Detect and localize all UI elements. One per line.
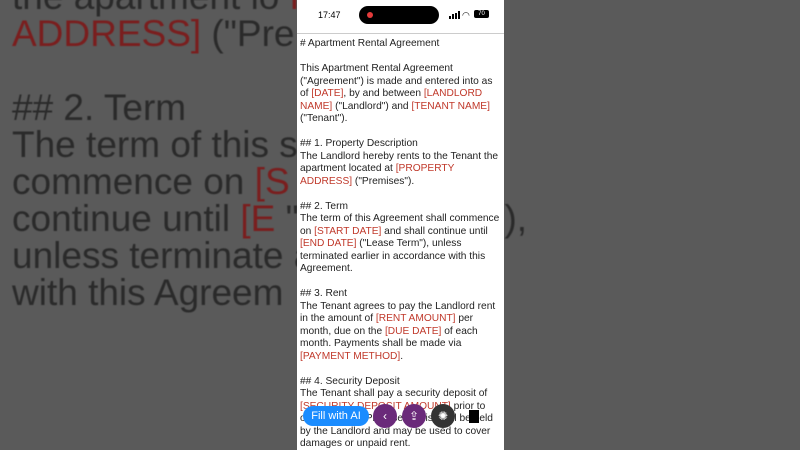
document-text-run: The Tenant shall pay a security deposit … <box>300 388 488 399</box>
placeholder-field[interactable]: [END DATE] <box>300 238 356 249</box>
background-segment: continue until <box>12 198 241 239</box>
document-text-run: , by and between <box>343 88 424 99</box>
document-paragraph: ## 3. Rent The Tenant agrees to pay the L… <box>300 288 502 363</box>
background-segment: [S <box>254 161 290 202</box>
background-segment: unless terminate <box>12 235 284 276</box>
battery-icon: 70 <box>474 10 489 18</box>
chatgpt-button[interactable]: ✺ <box>431 404 455 428</box>
placeholder-field[interactable]: [RENT AMOUNT] <box>376 313 456 324</box>
background-segment: ## 2. Term <box>12 87 187 128</box>
document-view[interactable]: # Apartment Rental Agreement This Apartme… <box>297 33 504 450</box>
background-segment: commence on <box>12 161 255 202</box>
ai-logo-icon: ✺ <box>437 409 449 423</box>
document-paragraph: This Apartment Rental Agreement ("Agreem… <box>300 63 502 126</box>
background-segment: ("Pre <box>201 13 295 54</box>
status-time: 17:47 <box>318 10 341 20</box>
document-text-run: ("Landlord") and <box>332 100 412 112</box>
document-text-run: ## 3. Rent <box>300 288 348 299</box>
share-icon: ⇪ <box>408 409 420 423</box>
cellular-signal-icon <box>449 11 460 19</box>
document-text-run: ## 1. Property Description <box>300 138 418 149</box>
document-text: # Apartment Rental Agreement This Apartme… <box>300 38 502 450</box>
status-bar: 17:47 ◠ 70 <box>297 0 504 30</box>
fill-with-ai-button[interactable]: Fill with AI <box>303 406 369 426</box>
recording-indicator-icon <box>367 12 373 18</box>
document-paragraph: # Apartment Rental Agreement <box>300 38 502 51</box>
placeholder-field[interactable]: [TENANT NAME] <box>411 101 490 112</box>
document-text-run: ## 2. Term <box>300 200 348 212</box>
document-text-run: . <box>400 350 404 362</box>
share-button[interactable]: ⇪ <box>402 404 426 428</box>
back-button[interactable]: ‹ <box>373 404 397 428</box>
document-text-run: ("Tenant"). <box>300 113 348 124</box>
background-segment: [E <box>240 198 276 239</box>
document-text-run: ## 4. Security Deposit <box>300 375 400 387</box>
background-segment: The term of this <box>12 124 270 165</box>
document-text-run: ("Premises"). <box>352 175 415 187</box>
document-text-run: # Apartment Rental Agreement <box>300 38 440 49</box>
placeholder-field[interactable]: [DATE] <box>311 88 343 99</box>
placeholder-field[interactable]: [PAYMENT METHOD] <box>300 351 400 362</box>
document-paragraph: ## 1. Property Description The Landlord h… <box>300 138 502 188</box>
stop-icon[interactable] <box>469 410 479 423</box>
background-segment: ADDRESS] <box>12 13 202 54</box>
phone-screen: 17:47 ◠ 70 # Apartment Rental Agreement T… <box>297 0 504 450</box>
placeholder-field[interactable]: [START DATE] <box>314 226 381 237</box>
placeholder-field[interactable]: [DUE DATE] <box>385 326 441 337</box>
document-text-run: and shall continue until <box>381 225 488 237</box>
wifi-icon: ◠ <box>462 10 470 20</box>
chevron-left-icon: ‹ <box>383 409 387 423</box>
dynamic-island <box>359 6 439 24</box>
document-paragraph: ## 2. Term The term of this Agreement sha… <box>300 201 502 276</box>
background-segment: with this Agreem <box>12 272 284 313</box>
